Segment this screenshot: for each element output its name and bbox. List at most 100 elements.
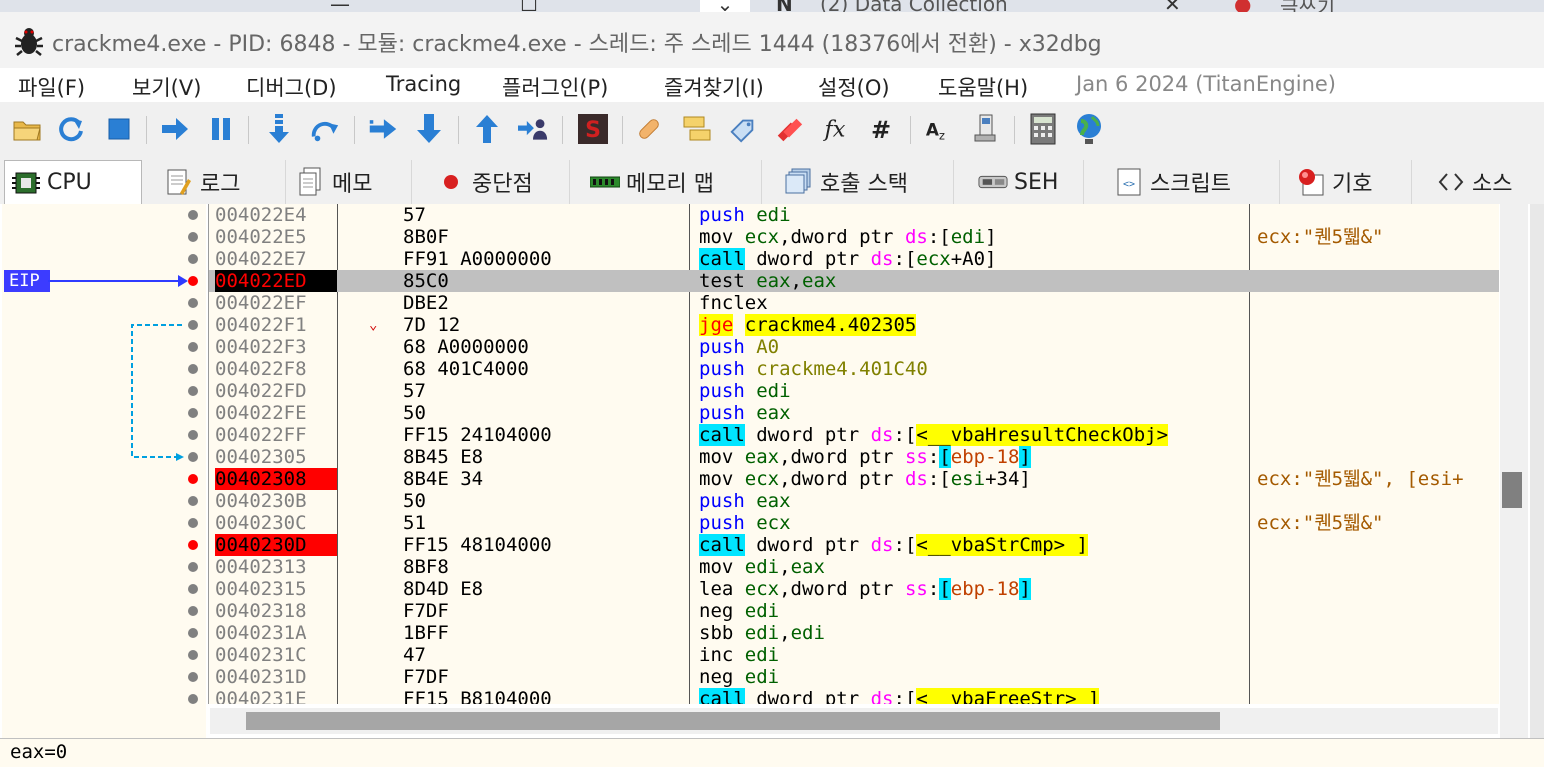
- disasm-row[interactable]: 00402315 8D4D E8 lea ecx,dword ptr ss:[ebp…: [209, 578, 1499, 600]
- chevron-down-icon[interactable]: ⌄: [700, 0, 750, 12]
- calculator-icon[interactable]: [1028, 113, 1058, 145]
- menu-plugins[interactable]: 플러그인(P): [502, 72, 608, 102]
- close-tab-icon[interactable]: ✕: [1164, 0, 1181, 12]
- disasm-row[interactable]: 004022FD 57 push edi: [209, 380, 1499, 402]
- strings-icon[interactable]: Az: [924, 114, 954, 144]
- instruction-bytes: 8B45 E8: [403, 446, 484, 468]
- stop-icon[interactable]: [104, 114, 134, 144]
- disasm-row[interactable]: 004022FE 50 push eax: [209, 402, 1499, 424]
- menu-favourites[interactable]: 즐겨찾기(I): [664, 72, 764, 102]
- vertical-scroll-thumb[interactable]: [1502, 472, 1522, 508]
- title-bar: crackme4.exe - PID: 6848 - 모듈: crackme4.…: [0, 12, 1544, 68]
- tab-notes[interactable]: 메모: [290, 160, 412, 204]
- horizontal-scrollbar[interactable]: [210, 708, 1498, 734]
- menu-options[interactable]: 설정(O): [818, 72, 890, 102]
- disasm-row[interactable]: 004022E7 FF91 A0000000 call dword ptr ds:[…: [209, 248, 1499, 270]
- tab-cpu[interactable]: CPU: [4, 160, 142, 204]
- breakpoint-slot[interactable]: [188, 606, 198, 616]
- breakpoint-slot[interactable]: [188, 584, 198, 594]
- breakpoint-slot[interactable]: [188, 672, 198, 682]
- disasm-row[interactable]: 00402313 8BF8 mov edi,eax: [209, 556, 1499, 578]
- toolbar-separator: [1014, 116, 1015, 144]
- comments-icon[interactable]: [682, 114, 712, 144]
- pause-icon[interactable]: [206, 114, 236, 144]
- disasm-row[interactable]: 0040230B 50 push eax: [209, 490, 1499, 512]
- disasm-row[interactable]: 0040230D FF15 48104000 call dword ptr ds:[…: [209, 534, 1499, 556]
- disasm-row[interactable]: 004022EF DBE2 fnclex: [209, 292, 1499, 314]
- step-into-icon[interactable]: [264, 114, 294, 144]
- breakpoint-slot[interactable]: [188, 518, 198, 528]
- disasm-row[interactable]: 004022E5 8B0F mov ecx,dword ptr ds:[edi] ec…: [209, 226, 1499, 248]
- breakpoint-slot[interactable]: [188, 386, 198, 396]
- browser-tab-data-collection[interactable]: (2) Data Collection: [820, 0, 1008, 12]
- disasm-row[interactable]: 004022ED 85C0 test eax,eax: [209, 270, 1499, 292]
- restart-icon[interactable]: [56, 114, 86, 144]
- disasm-row[interactable]: 004022F1 ⌄ 7D 12 jge crackme4.402305: [209, 314, 1499, 336]
- run-icon[interactable]: [160, 114, 190, 144]
- horizontal-scroll-thumb[interactable]: [246, 712, 1220, 730]
- breakpoint-slot[interactable]: [188, 452, 198, 462]
- bookmarks-icon[interactable]: [774, 114, 804, 144]
- globe-icon[interactable]: [1074, 114, 1104, 144]
- breakpoint-slot[interactable]: [188, 298, 198, 308]
- run-to-user-code-icon[interactable]: [518, 114, 548, 144]
- tab-seh[interactable]: SEH: [972, 160, 1084, 204]
- breakpoint-slot[interactable]: [188, 254, 198, 264]
- menu-file[interactable]: 파일(F): [18, 72, 85, 102]
- breakpoint-slot[interactable]: [188, 496, 198, 506]
- disasm-row[interactable]: 0040231C 47 inc edi: [209, 644, 1499, 666]
- breakpoint-dot[interactable]: [188, 540, 198, 550]
- breakpoint-dot[interactable]: [188, 474, 198, 484]
- breakpoint-slot[interactable]: [188, 562, 198, 572]
- disasm-gutter[interactable]: EIP: [2, 204, 206, 738]
- menu-tracing[interactable]: Tracing: [386, 72, 461, 96]
- disassembly-view[interactable]: 004022E4 57 push edi 004022E5 8B0F mov ecx,dw…: [208, 204, 1499, 704]
- breakpoint-slot[interactable]: [188, 650, 198, 660]
- toolbar-separator: [354, 116, 355, 144]
- tab-source[interactable]: 소스: [1430, 160, 1544, 204]
- disasm-row[interactable]: 00402308 8B4E 34 mov ecx,dword ptr ds:[esi…: [209, 468, 1499, 490]
- tab-script[interactable]: <> 스크립트: [1108, 160, 1280, 204]
- breakpoint-slot[interactable]: [188, 320, 198, 330]
- menu-help[interactable]: 도움말(H): [938, 72, 1028, 102]
- scylla-icon[interactable]: S: [578, 114, 608, 144]
- breakpoint-slot[interactable]: [188, 408, 198, 418]
- disasm-row[interactable]: 004022E4 57 push edi: [209, 204, 1499, 226]
- patch-icon[interactable]: [634, 114, 664, 144]
- menu-debug[interactable]: 디버그(D): [246, 72, 337, 102]
- tab-breakpoints[interactable]: 중단점: [430, 160, 570, 204]
- breakpoint-dot[interactable]: [188, 276, 198, 286]
- open-icon[interactable]: [12, 114, 42, 144]
- tab-symbols[interactable]: 기호: [1290, 160, 1412, 204]
- labels-icon[interactable]: [728, 114, 758, 144]
- tab-log[interactable]: 로그: [158, 160, 286, 204]
- disasm-row[interactable]: 0040231E FF15 B8104000 call dword ptr ds:[…: [209, 688, 1499, 704]
- disasm-row[interactable]: 0040230C 51 push ecx ecx:"퀜5뛟&": [209, 512, 1499, 534]
- breakpoint-slot[interactable]: [188, 628, 198, 638]
- menu-view[interactable]: 보기(V): [132, 72, 201, 102]
- modules-icon[interactable]: [972, 114, 1002, 144]
- browser-tab-write[interactable]: 글쓰기: [1280, 0, 1335, 12]
- disasm-row[interactable]: 0040231D F7DF neg edi: [209, 666, 1499, 688]
- trace-into-icon[interactable]: [368, 114, 398, 144]
- disasm-row[interactable]: 0040231A 1BFF sbb edi,edi: [209, 622, 1499, 644]
- disasm-row[interactable]: 004022FF FF15 24104000 call dword ptr ds:[…: [209, 424, 1499, 446]
- vertical-scrollbar[interactable]: [1500, 204, 1528, 738]
- breakpoint-slot[interactable]: [188, 430, 198, 440]
- tab-call-stack[interactable]: 호출 스택: [778, 160, 954, 204]
- breakpoint-slot[interactable]: [188, 342, 198, 352]
- trace-over-icon[interactable]: [414, 114, 444, 144]
- breakpoint-slot[interactable]: [188, 694, 198, 704]
- breakpoint-slot[interactable]: [188, 232, 198, 242]
- tab-memory-map[interactable]: 메모리 맵: [584, 160, 762, 204]
- step-over-icon[interactable]: [310, 114, 340, 144]
- breakpoint-slot[interactable]: [188, 364, 198, 374]
- disasm-row[interactable]: 004022F3 68 A0000000 push A0: [209, 336, 1499, 358]
- breakpoint-slot[interactable]: [188, 210, 198, 220]
- disasm-row[interactable]: 004022F8 68 401C4000 push crackme4.401C40: [209, 358, 1499, 380]
- hash-icon[interactable]: #: [866, 114, 896, 144]
- disasm-row[interactable]: 00402318 F7DF neg edi: [209, 600, 1499, 622]
- disasm-row[interactable]: 00402305 8B45 E8 mov eax,dword ptr ss:[ebp…: [209, 446, 1499, 468]
- execute-till-return-icon[interactable]: [472, 114, 502, 144]
- functions-icon[interactable]: fx: [820, 114, 850, 144]
